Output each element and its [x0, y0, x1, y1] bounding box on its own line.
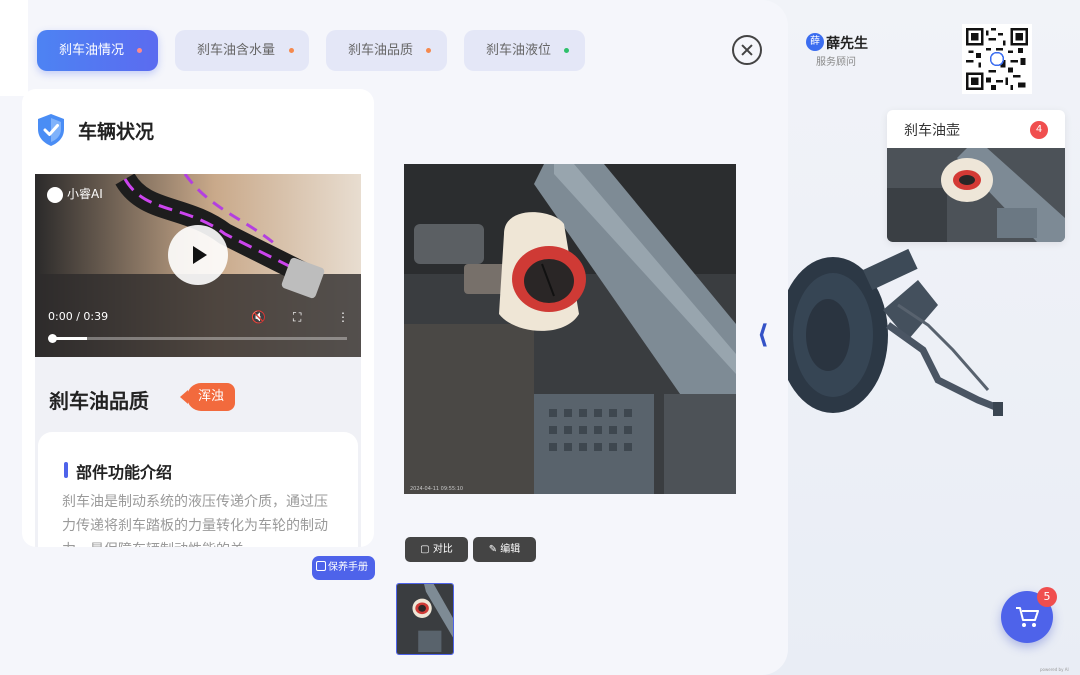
compare-button[interactable]: ▢ 对比: [405, 537, 468, 562]
edit-button[interactable]: ✎ 编辑: [473, 537, 536, 562]
chevron-left-icon[interactable]: ⟨: [757, 320, 769, 350]
inspection-photo[interactable]: 2024-04-11 09:55:10: [404, 164, 736, 494]
tab-brake-fluid-water-content[interactable]: 刹车油含水量: [175, 30, 309, 71]
component-intro-card: 部件功能介绍 刹车油是制动系统的液压传递介质，通过压力传递将刹车踏板的力量转化为…: [38, 432, 358, 547]
tab-label: 刹车油情况: [59, 43, 125, 58]
cart-count-badge: 5: [1037, 587, 1057, 607]
tab-status-dot: [289, 48, 294, 53]
more-options-icon[interactable]: ⋮: [337, 310, 349, 324]
cart-icon: [1016, 607, 1039, 627]
fullscreen-icon[interactable]: ⛶: [293, 310, 301, 325]
intro-title: 部件功能介绍: [76, 463, 173, 482]
tab-brake-fluid-quality[interactable]: 刹车油品质: [326, 30, 447, 71]
cart-button[interactable]: 5: [1001, 587, 1057, 643]
advisor-role: 服务顾问: [816, 57, 856, 68]
play-button[interactable]: [168, 225, 228, 285]
advisor-name: 薛先生: [826, 36, 868, 52]
quality-status-tag: 浑浊: [180, 383, 235, 411]
qr-code: [962, 24, 1032, 94]
photo-thumbnail[interactable]: [396, 583, 454, 655]
maintenance-manual-button[interactable]: 保养手册: [312, 556, 375, 580]
compare-icon: ▢: [420, 544, 430, 555]
tab-label: 刹车油品质: [348, 43, 414, 58]
video-progress-bar[interactable]: [51, 337, 347, 340]
advisor-avatar: 薛: [806, 33, 824, 51]
intro-accent-bar: [64, 462, 68, 478]
brand-logo-icon: [47, 186, 63, 203]
video-player[interactable]: 小睿AI 0:00 / 0:39 🔇 ⛶ ⋮: [35, 174, 361, 357]
video-brand: 小睿AI: [47, 185, 103, 203]
tab-status-dot: [426, 48, 431, 53]
close-button[interactable]: [732, 35, 762, 65]
shield-check-icon: [38, 114, 64, 146]
watermark: powered by AI: [1040, 667, 1069, 672]
left-edge-panel: [0, 0, 28, 96]
vehicle-status-card: 车辆状况 小睿AI 0:00 / 0:39 🔇 ⛶ ⋮ 刹车油品质 浑浊 部件功…: [22, 89, 374, 547]
tab-label: 刹车油含水量: [197, 43, 276, 58]
tab-status-dot: [564, 48, 569, 53]
part-card-count-badge: 4: [1030, 121, 1048, 139]
part-card-brake-fluid-reservoir[interactable]: 刹车油壶 4: [887, 110, 1065, 242]
part-card-thumbnail: [887, 148, 1065, 242]
video-progress-knob[interactable]: [48, 334, 57, 343]
tab-status-dot: [137, 48, 142, 53]
intro-body: 刹车油是制动系统的液压传递介质，通过压力传递将刹车踏板的力量转化为车轮的制动力，…: [62, 494, 328, 547]
tab-brake-fluid-level[interactable]: 刹车油液位: [464, 30, 585, 71]
part-card-title: 刹车油壶: [904, 123, 960, 139]
brake-booster-model: [788, 248, 1003, 416]
manual-icon: [316, 561, 326, 571]
tab-label: 刹车油液位: [486, 43, 552, 58]
video-time: 0:00 / 0:39: [48, 310, 109, 323]
edit-icon: ✎: [488, 544, 498, 555]
vehicle-status-heading: 车辆状况: [78, 121, 155, 143]
tab-brake-fluid-status[interactable]: 刹车油情况: [37, 30, 158, 71]
quality-title: 刹车油品质: [49, 389, 149, 413]
photo-timestamp: 2024-04-11 09:55:10: [410, 486, 463, 492]
mute-icon[interactable]: 🔇: [251, 310, 266, 324]
